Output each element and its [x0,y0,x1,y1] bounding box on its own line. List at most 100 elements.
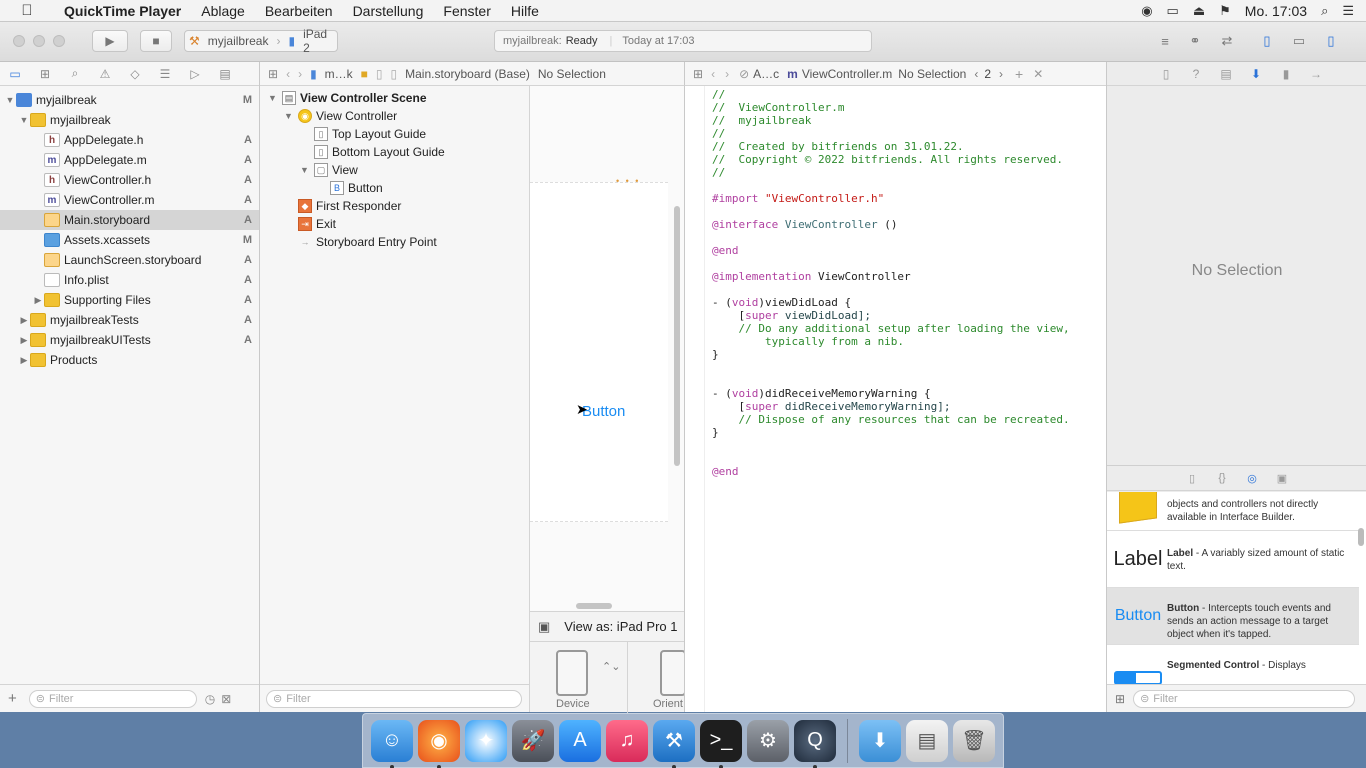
nav-item[interactable]: ▶ myjailbreakUITests A [0,330,259,350]
nav-item[interactable]: ▶ myjailbreakTests A [0,310,259,330]
disclosure-triangle-icon[interactable]: ▶ [18,335,30,346]
add-editor-icon[interactable]: + [1015,66,1023,82]
source-editor[interactable]: //// ViewController.m// myjailbreak//// … [684,86,1106,712]
related-items-icon[interactable]: ⊞ [693,67,703,81]
eject-icon[interactable]: ⏏ [1193,3,1205,19]
nav-item[interactable]: Info.plist A [0,270,259,290]
menu-darstellung[interactable]: Darstellung [343,3,434,19]
disclosure-triangle-icon[interactable]: ▼ [300,165,314,175]
debug-navigator-icon[interactable]: ☰ [150,67,180,81]
outline-item[interactable]: B Button [316,179,383,197]
downloads-folder-icon[interactable]: ⬇ [859,719,901,762]
outline-item[interactable]: ▼ ▢ View [300,161,358,179]
minimize-window-button[interactable] [33,35,45,47]
outline-item[interactable]: ▯ Top Layout Guide [300,125,426,143]
quicktime-icon[interactable]: Q [794,719,836,768]
breakpoint-navigator-icon[interactable]: ▷ [180,67,210,81]
related-items-icon[interactable]: ⊞ [268,67,278,81]
run-button[interactable]: ▶ [92,30,128,52]
xcode-icon[interactable]: ⚒ [653,719,695,768]
scheme-selector[interactable]: ⚒ myjailbreak › ▮ iPad 2 [184,27,338,55]
toggle-utilities-icon[interactable]: ▯ [1316,30,1346,52]
library-item-label[interactable]: Label Label - A variably sized amount of… [1107,531,1359,588]
report-navigator-icon[interactable]: ▤ [210,67,240,81]
outline-item[interactable]: ▼ ▤ View Controller Scene [268,89,427,107]
nav-item[interactable]: ▼ myjailbreak [0,110,259,130]
project-navigator-icon[interactable]: ▭ [0,67,30,81]
view-as-label[interactable]: View as: iPad Pro 1 [564,619,677,634]
menu-bearbeiten[interactable]: Bearbeiten [255,3,343,19]
jump-no-selection[interactable]: No Selection [538,67,606,81]
outline-filter-input[interactable]: ⊜ Filter [266,689,522,708]
navigator-filter-input[interactable]: ⊜ Filter [28,689,197,708]
nav-item[interactable]: h AppDelegate.h A [0,130,259,150]
view-controller-scene[interactable] [530,182,668,522]
disclosure-triangle-icon[interactable]: ▼ [18,115,30,125]
nav-item[interactable]: h ViewController.h A [0,170,259,190]
object-library-icon[interactable]: ◎ [1241,472,1263,485]
forward-arrow-icon[interactable]: › [298,67,302,81]
storyboard-canvas[interactable]: • • • [530,86,684,611]
outline-item[interactable]: ▯ Bottom Layout Guide [300,143,445,161]
outline-item[interactable]: ▼ ◉ View Controller [284,107,397,125]
back-arrow-icon[interactable]: ‹ [286,67,290,81]
file-template-library-icon[interactable]: ▯ [1181,472,1203,485]
previous-counterpart-icon[interactable]: ‹ [974,67,978,81]
nav-item[interactable]: m ViewController.m A [0,190,259,210]
connections-inspector-icon[interactable]: → [1301,67,1331,81]
assistant-editor-icon[interactable]: ⚭ [1180,30,1210,52]
outline-item[interactable]: ⇥ Exit [284,215,336,233]
attributes-inspector-icon[interactable]: ⬇ [1241,67,1271,81]
jump-automatic[interactable]: A…c [753,67,779,81]
itunes-icon[interactable]: ♫ [606,719,648,762]
jump-project[interactable]: m…k [325,67,353,81]
trash-icon[interactable]: 🗑 [953,719,995,762]
size-inspector-icon[interactable]: ▮ [1271,67,1301,81]
quick-help-icon[interactable]: ? [1181,67,1211,81]
standard-editor-icon[interactable]: ≡ [1150,30,1180,52]
close-editor-icon[interactable]: ✕ [1033,67,1043,81]
issue-navigator-icon[interactable]: ⚠ [90,67,120,81]
nav-item[interactable]: m AppDelegate.m A [0,150,259,170]
library-item-button[interactable]: Button Button - Intercepts touch events … [1107,588,1359,645]
menu-hilfe[interactable]: Hilfe [501,3,549,19]
stop-button[interactable]: ■ [140,30,172,52]
nav-item[interactable]: ▶ Products [0,350,259,370]
disclosure-triangle-icon[interactable]: ▼ [284,111,298,121]
library-filter-input[interactable]: ⊜ Filter [1133,689,1356,708]
toggle-navigator-icon[interactable]: ▯ [1252,30,1282,52]
notification-center-icon[interactable]: ☰ [1342,3,1354,19]
library-scrollbar[interactable] [1358,528,1364,546]
launchpad-icon[interactable]: 🚀 [512,719,554,762]
stepper-icon[interactable]: ⌃⌄ [602,660,620,673]
spotlight-search-icon[interactable]: ⌕ [1321,3,1328,19]
finder-icon[interactable]: ☺ [371,719,413,768]
back-arrow-icon[interactable]: ‹ [711,67,715,81]
jump-editor-file[interactable]: ViewController.m [802,67,892,81]
nav-item[interactable]: Assets.xcassets M [0,230,259,250]
disclosure-triangle-icon[interactable]: ▼ [4,95,16,105]
orientation-portrait-icon[interactable] [660,650,686,696]
identity-inspector-icon[interactable]: ▤ [1211,67,1241,81]
disclosure-triangle-icon[interactable]: ▶ [32,295,44,306]
app-store-icon[interactable]: A [559,719,601,762]
nav-item[interactable]: ▶ Supporting Files A [0,290,259,310]
next-counterpart-icon[interactable]: › [999,67,1003,81]
outline-item[interactable]: ◆ First Responder [284,197,401,215]
device-ipad-icon[interactable] [556,650,588,696]
nav-item[interactable]: LaunchScreen.storyboard A [0,250,259,270]
airplay-icon[interactable]: ▭ [1167,3,1179,19]
recent-files-icon[interactable]: ◷ [205,692,215,706]
jump-editor-no-selection[interactable]: No Selection [898,67,966,81]
library-item-object[interactable]: objects and controllers not directly ava… [1107,492,1359,531]
source-code[interactable]: //// ViewController.m// myjailbreak//// … [712,88,1070,478]
test-navigator-icon[interactable]: ◇ [120,67,150,81]
toggle-debug-area-icon[interactable]: ▭ [1284,30,1314,52]
canvas-horizontal-scrollbar[interactable] [576,603,612,609]
menu-clock[interactable]: Mo. 17:03 [1245,3,1307,19]
system-preferences-icon[interactable]: ⚙ [747,719,789,762]
code-snippet-library-icon[interactable]: {} [1211,472,1233,484]
close-window-button[interactable] [13,35,25,47]
firefox-icon[interactable]: ◉ [418,719,460,768]
symbol-navigator-icon[interactable]: ⊞ [30,67,60,81]
